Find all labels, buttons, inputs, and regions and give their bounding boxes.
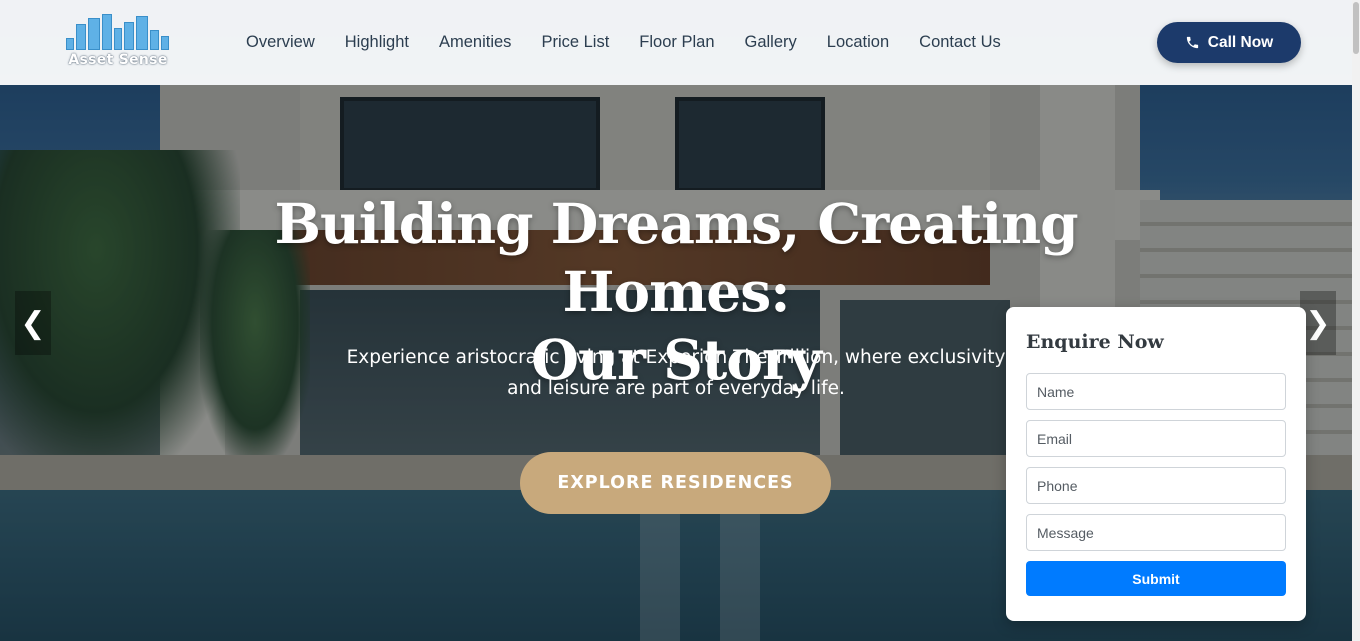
enquiry-title: Enquire Now xyxy=(1026,331,1164,353)
main-nav: Overview Highlight Amenities Price List … xyxy=(246,33,1031,52)
chevron-left-icon[interactable]: ❮ xyxy=(15,291,51,355)
phone-icon xyxy=(1186,36,1198,49)
logo-building-shape xyxy=(136,16,148,50)
logo-building-shape xyxy=(114,28,122,50)
nav-item-highlight[interactable]: Highlight xyxy=(345,33,409,52)
logo-building-shape xyxy=(76,24,86,50)
logo-building-shape xyxy=(150,30,159,50)
nav-item-gallery[interactable]: Gallery xyxy=(745,33,797,52)
submit-button[interactable]: Submit xyxy=(1026,561,1286,596)
nav-item-location[interactable]: Location xyxy=(827,33,889,52)
logo-building-shape xyxy=(161,36,169,50)
nav-item-contact-us[interactable]: Contact Us xyxy=(919,33,1001,52)
nav-item-amenities[interactable]: Amenities xyxy=(439,33,511,52)
hero-title-line1: Building Dreams, Creating Homes: xyxy=(274,191,1078,324)
phone-field[interactable] xyxy=(1026,467,1286,504)
page-scrollbar[interactable] xyxy=(1352,0,1360,641)
enquiry-form: Enquire Now Submit xyxy=(1006,307,1306,621)
explore-residences-button[interactable]: EXPLORE RESIDENCES xyxy=(520,452,831,514)
email-field[interactable] xyxy=(1026,420,1286,457)
nav-item-price-list[interactable]: Price List xyxy=(541,33,609,52)
logo-building-shape xyxy=(124,22,134,50)
hero-subtitle-line1: Experience aristocratic living at Experi… xyxy=(346,347,1006,368)
nav-item-overview[interactable]: Overview xyxy=(246,33,315,52)
call-now-label: Call Now xyxy=(1207,33,1274,51)
brand-name: Asset Sense xyxy=(68,52,168,68)
logo-building-shape xyxy=(66,38,74,50)
logo-building-shape xyxy=(102,14,112,50)
message-field[interactable] xyxy=(1026,514,1286,551)
site-header: Asset Sense Overview Highlight Amenities… xyxy=(0,0,1352,85)
call-now-button[interactable]: Call Now xyxy=(1157,22,1301,63)
hero-subtitle-line2: and leisure are part of everyday life. xyxy=(507,378,845,399)
logo-building-shape xyxy=(88,18,100,50)
brand-logo[interactable]: Asset Sense xyxy=(60,14,172,72)
hero-subtitle: Experience aristocratic living at Experi… xyxy=(326,342,1026,404)
name-field[interactable] xyxy=(1026,373,1286,410)
nav-item-floor-plan[interactable]: Floor Plan xyxy=(639,33,714,52)
page-scrollbar-thumb[interactable] xyxy=(1353,2,1359,54)
